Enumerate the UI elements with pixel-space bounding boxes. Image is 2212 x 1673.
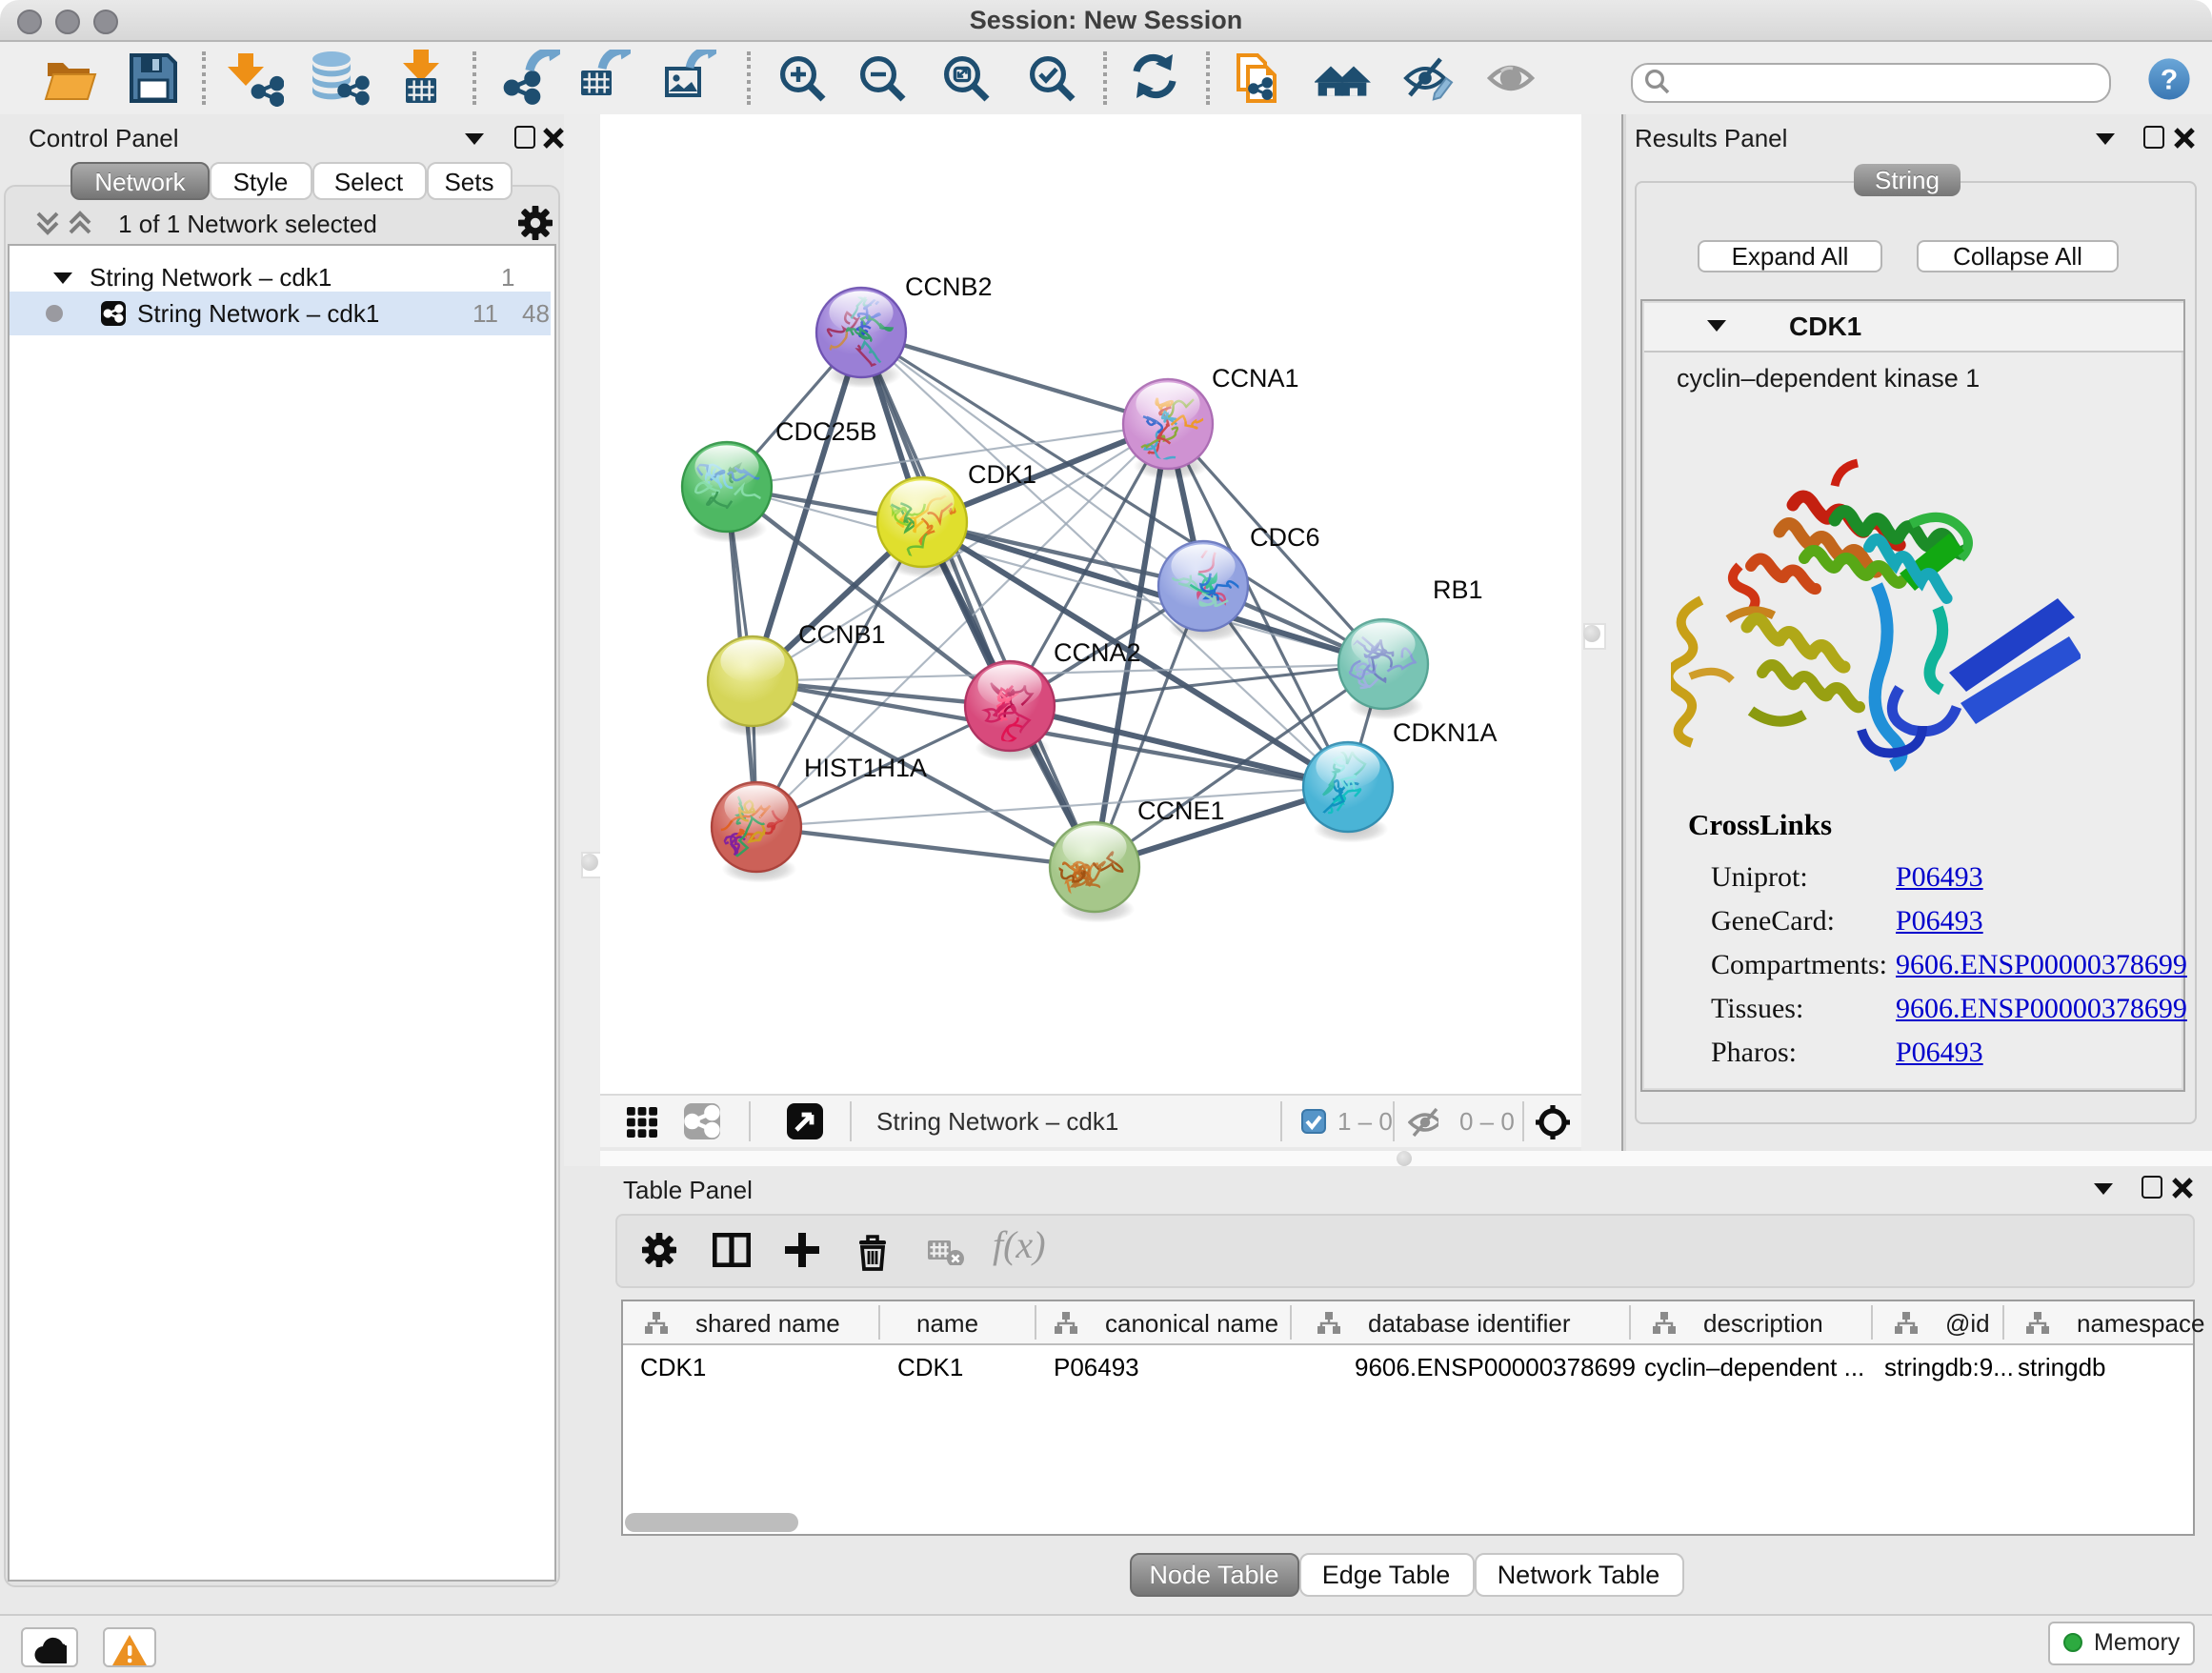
svg-text:CCNA2: CCNA2 — [1054, 638, 1141, 667]
svg-text:RB1: RB1 — [1433, 575, 1483, 604]
svg-text:CCNE1: CCNE1 — [1137, 796, 1225, 825]
svg-text:CDK1: CDK1 — [968, 460, 1036, 489]
svg-text:CDKN1A: CDKN1A — [1393, 718, 1498, 747]
svg-text:?: ? — [2160, 65, 2177, 96]
svg-text:HIST1H1A: HIST1H1A — [804, 754, 927, 782]
svg-text:CCNA1: CCNA1 — [1212, 364, 1299, 393]
svg-text:CDC6: CDC6 — [1250, 523, 1320, 552]
svg-text:CCNB2: CCNB2 — [905, 272, 993, 301]
svg-text:CCNB1: CCNB1 — [798, 620, 886, 649]
svg-text:CDC25B: CDC25B — [775, 417, 877, 446]
